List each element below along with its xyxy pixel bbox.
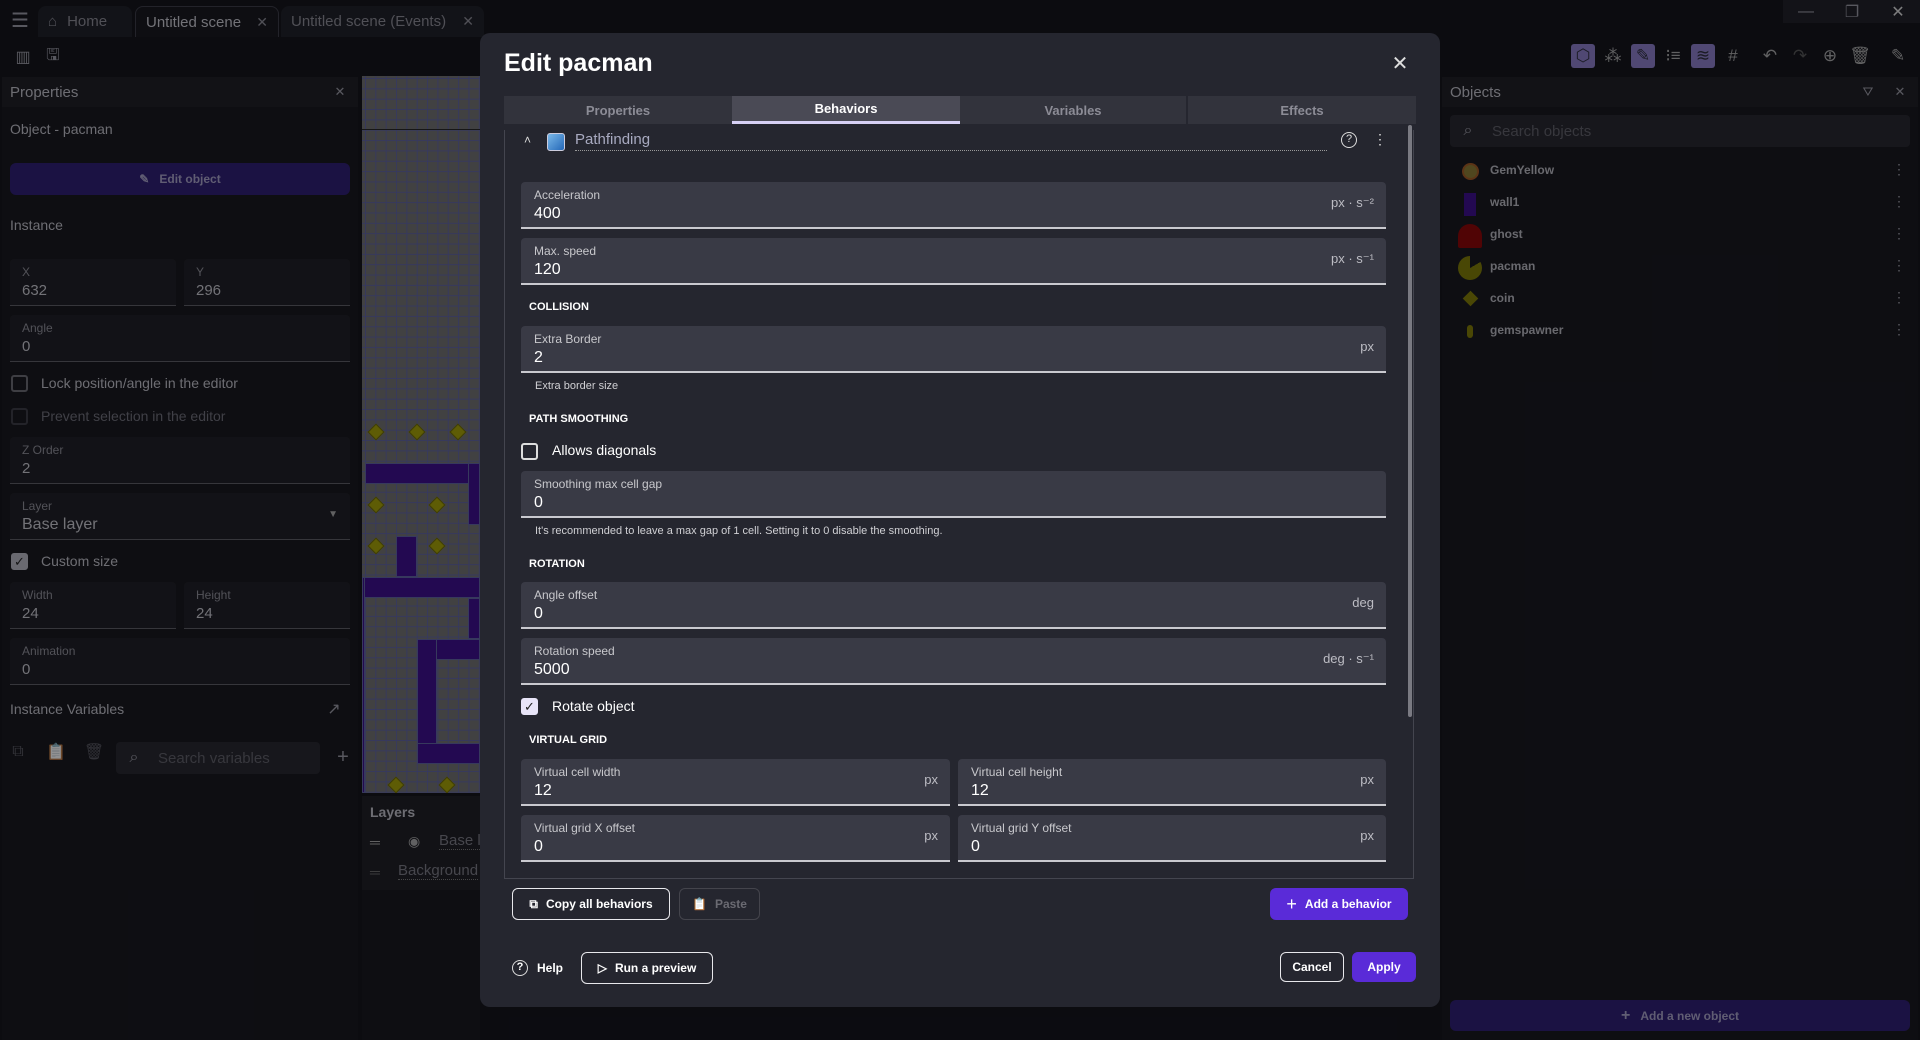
help-button[interactable]: ? Help bbox=[512, 952, 563, 984]
copy-all-behaviors-button[interactable]: ⧉ Copy all behaviors bbox=[512, 888, 670, 920]
rotate-object-label: Rotate object bbox=[552, 698, 635, 714]
virtual-grid-x-offset-field[interactable]: Virtual grid X offset 0 px bbox=[521, 815, 950, 862]
rotate-object-checkbox[interactable]: ✓ bbox=[521, 698, 538, 715]
paste-button[interactable]: 📋 Paste bbox=[679, 888, 760, 920]
section-rotation: ROTATION bbox=[529, 558, 585, 570]
apply-button[interactable]: Apply bbox=[1352, 952, 1416, 982]
copy-icon: ⧉ bbox=[529, 896, 538, 911]
max-speed-field[interactable]: Max. speed 120 px · s⁻¹ bbox=[521, 238, 1386, 285]
extra-border-field[interactable]: Extra Border 2 px bbox=[521, 326, 1386, 373]
tab-properties[interactable]: Properties bbox=[504, 96, 732, 124]
section-collision: COLLISION bbox=[529, 301, 589, 313]
angle-offset-field[interactable]: Angle offset 0 deg bbox=[521, 582, 1386, 629]
cancel-button[interactable]: Cancel bbox=[1280, 952, 1344, 982]
help-circle-icon[interactable]: ? bbox=[1341, 132, 1357, 148]
plus-icon: + bbox=[1286, 893, 1297, 914]
behavior-name[interactable]: Pathfinding bbox=[575, 131, 1327, 151]
scrollbar[interactable] bbox=[1408, 125, 1412, 717]
allows-diagonals-checkbox[interactable] bbox=[521, 443, 538, 460]
pathfinding-behavior-icon bbox=[547, 133, 565, 151]
play-icon: ▷ bbox=[597, 961, 607, 975]
rotation-speed-field[interactable]: Rotation speed 5000 deg · s⁻¹ bbox=[521, 638, 1386, 685]
tab-behaviors[interactable]: Behaviors bbox=[732, 96, 960, 124]
run-preview-button[interactable]: ▷ Run a preview bbox=[581, 952, 713, 984]
collapse-chevron-icon[interactable]: ˄ bbox=[524, 133, 531, 147]
behavior-more-icon[interactable]: ⋮ bbox=[1373, 131, 1387, 148]
tab-variables[interactable]: Variables bbox=[960, 96, 1187, 124]
allows-diagonals-label: Allows diagonals bbox=[552, 442, 657, 458]
acceleration-field[interactable]: Acceleration 400 px · s⁻² bbox=[521, 182, 1386, 229]
section-path-smoothing: PATH SMOOTHING bbox=[529, 413, 629, 425]
add-behavior-button[interactable]: + Add a behavior bbox=[1270, 888, 1408, 920]
help-circle-icon: ? bbox=[512, 960, 528, 976]
section-virtual-grid: VIRTUAL GRID bbox=[529, 734, 608, 746]
extra-border-help: Extra border size bbox=[535, 380, 619, 392]
close-dialog-icon[interactable]: ✕ bbox=[1388, 51, 1412, 75]
virtual-grid-y-offset-field[interactable]: Virtual grid Y offset 0 px bbox=[958, 815, 1386, 862]
virtual-cell-width-field[interactable]: Virtual cell width 12 px bbox=[521, 759, 950, 806]
smoothing-max-cell-gap-field[interactable]: Smoothing max cell gap 0 bbox=[521, 471, 1386, 518]
dialog-title: Edit pacman bbox=[504, 49, 653, 77]
virtual-cell-height-field[interactable]: Virtual cell height 12 px bbox=[958, 759, 1386, 806]
clipboard-icon: 📋 bbox=[692, 897, 707, 911]
edit-object-dialog: Edit pacman ✕ Properties Behaviors Varia… bbox=[480, 33, 1440, 1007]
smoothing-help: It's recommended to leave a max gap of 1… bbox=[535, 525, 943, 537]
tab-effects[interactable]: Effects bbox=[1188, 96, 1416, 124]
